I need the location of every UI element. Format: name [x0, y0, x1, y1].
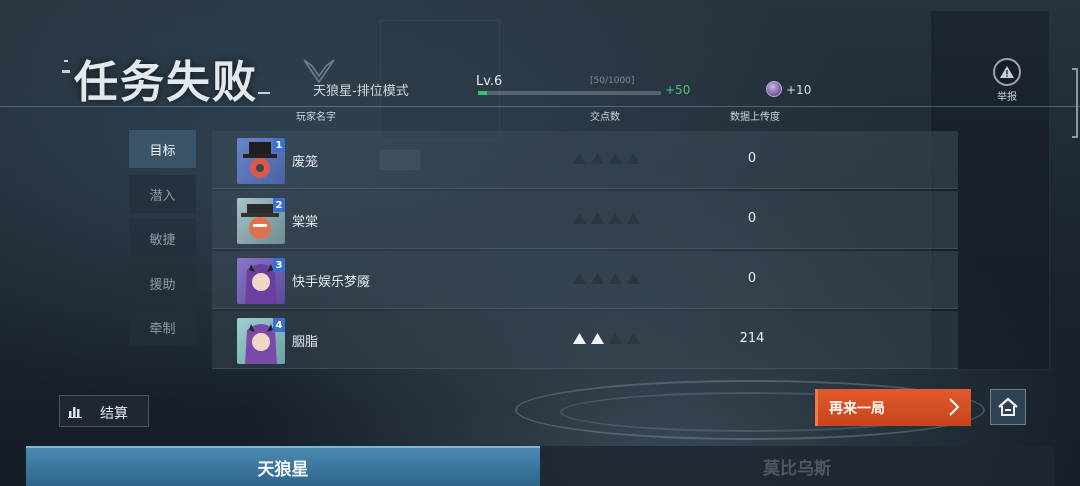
tab-team-sirius[interactable]: 天狼星	[26, 446, 540, 486]
node-empty-icon	[627, 333, 640, 344]
node-empty-icon	[573, 273, 586, 284]
rank-badge: 3	[273, 258, 285, 272]
node-indicators	[572, 332, 644, 346]
header-divider	[0, 106, 1080, 107]
node-filled-icon	[573, 333, 586, 344]
tab-infiltrate[interactable]: 潜入	[129, 175, 196, 213]
home-button[interactable]	[990, 389, 1026, 425]
table-row[interactable]: 4 胭脂 214	[212, 311, 958, 369]
report-label: 举报	[997, 92, 1017, 103]
node-empty-icon	[573, 213, 586, 224]
upload-value: 214	[739, 331, 765, 346]
player-name: 胭脂	[292, 335, 319, 350]
summary-button[interactable]: 结算	[59, 395, 149, 427]
title-block: 任务失败	[34, 44, 274, 108]
title-decoration	[258, 92, 270, 94]
table-row[interactable]: 3 快手娱乐梦魇 0	[212, 251, 958, 309]
upload-value: 0	[747, 271, 757, 286]
player-name: 废笼	[292, 155, 319, 170]
title-decoration	[64, 60, 68, 62]
play-again-label: 再来一局	[829, 401, 885, 417]
column-header-name: 玩家名字	[296, 112, 336, 123]
chevron-right-icon	[949, 398, 960, 416]
avatar: 1	[237, 138, 285, 184]
node-indicators	[572, 272, 644, 286]
avatar: 2	[237, 198, 285, 244]
node-empty-icon	[627, 153, 640, 164]
crystal-coin-icon	[766, 81, 782, 97]
player-name: 快手娱乐梦魇	[292, 275, 371, 290]
rank-badge: 2	[273, 198, 285, 212]
report-button[interactable]	[993, 58, 1021, 86]
title-decoration	[62, 70, 70, 73]
rank-badge: 1	[273, 138, 285, 152]
avatar: 3	[237, 258, 285, 304]
tab-target[interactable]: 目标	[129, 130, 196, 168]
node-empty-icon	[609, 333, 622, 344]
column-header-nodes: 交点数	[590, 112, 620, 123]
page-title: 任务失败	[74, 57, 258, 108]
summary-button-label: 结算	[100, 406, 128, 422]
coin-gain: +10	[786, 83, 812, 97]
upload-value: 0	[747, 151, 757, 166]
node-empty-icon	[591, 153, 604, 164]
node-filled-icon	[591, 333, 604, 344]
bar-chart-icon	[68, 407, 82, 418]
node-empty-icon	[627, 273, 640, 284]
warning-triangle-icon	[1000, 66, 1014, 78]
tab-assist[interactable]: 援助	[129, 264, 196, 302]
play-again-button[interactable]: 再来一局	[815, 389, 971, 426]
rank-badge: 4	[273, 318, 285, 332]
table-row[interactable]: 1 废笼 0	[212, 131, 958, 189]
tab-team-mobius[interactable]: 莫比乌斯	[540, 446, 1054, 486]
node-empty-icon	[591, 213, 604, 224]
node-empty-icon	[591, 273, 604, 284]
node-indicators	[572, 212, 644, 226]
column-header-upload: 数据上传度	[730, 112, 780, 123]
player-name: 棠棠	[292, 215, 319, 230]
node-empty-icon	[627, 213, 640, 224]
xp-progress-bar	[478, 91, 661, 95]
tab-contain[interactable]: 牵制	[129, 308, 196, 346]
tab-agility[interactable]: 敏捷	[129, 219, 196, 257]
table-row[interactable]: 2 棠棠 0	[212, 191, 958, 249]
upload-value: 0	[747, 211, 757, 226]
side-bracket	[1072, 68, 1078, 138]
node-empty-icon	[609, 273, 622, 284]
xp-text: [50/1000]	[590, 76, 635, 86]
home-icon	[998, 397, 1018, 416]
avatar: 4	[237, 318, 285, 364]
node-empty-icon	[573, 153, 586, 164]
game-mode-label: 天狼星-排位模式	[313, 84, 409, 99]
xp-gain: +50	[665, 83, 691, 97]
player-level: Lv.6	[476, 74, 503, 89]
xp-progress-fill	[478, 91, 488, 95]
node-empty-icon	[609, 153, 622, 164]
node-indicators	[572, 152, 644, 166]
node-empty-icon	[609, 213, 622, 224]
